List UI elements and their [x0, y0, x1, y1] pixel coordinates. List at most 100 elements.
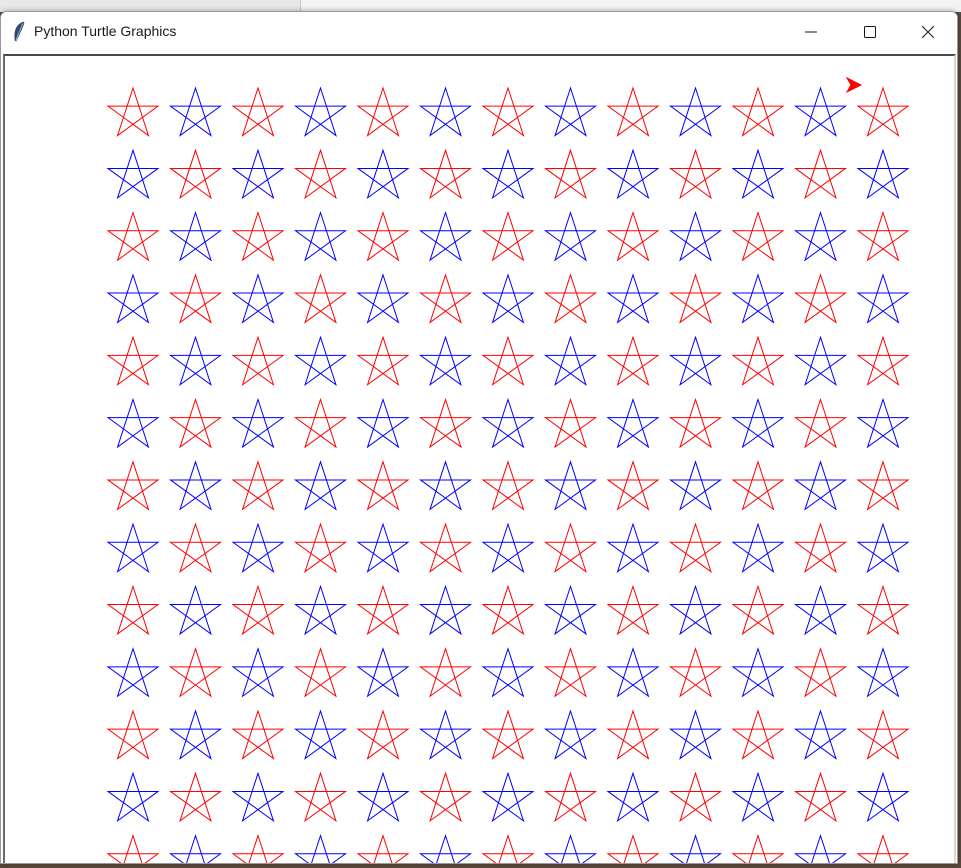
star-r4-c3 — [231, 273, 285, 324]
star-r2-c10 — [668, 148, 723, 200]
star-r4-c2 — [168, 273, 223, 324]
star-r9-c3 — [231, 584, 285, 636]
star-r8-c13 — [856, 522, 910, 573]
star-r10-c10 — [668, 647, 723, 698]
star-r9-c13 — [856, 584, 910, 636]
star-r10-c8 — [543, 647, 598, 698]
star-r10-c4 — [293, 647, 348, 698]
star-r2-c1 — [106, 148, 160, 200]
star-r10-c5 — [356, 647, 410, 698]
star-r5-c13 — [856, 335, 910, 387]
star-r12-c2 — [168, 771, 223, 823]
star-r8-c11 — [731, 522, 785, 573]
star-r12-c10 — [668, 771, 723, 823]
star-r6-c3 — [231, 397, 285, 449]
star-r13-c1 — [106, 833, 160, 863]
star-r2-c8 — [543, 148, 598, 200]
star-r6-c1 — [106, 397, 160, 449]
star-r7-c13 — [856, 460, 910, 511]
star-r13-c3 — [231, 833, 285, 863]
minimize-button[interactable] — [782, 12, 840, 52]
star-r3-c11 — [731, 210, 785, 262]
star-r8-c6 — [418, 522, 473, 573]
star-r13-c5 — [356, 833, 410, 863]
star-r11-c13 — [856, 709, 910, 760]
title-bar[interactable]: Python Turtle Graphics — [1, 12, 957, 52]
star-r7-c5 — [356, 460, 410, 511]
star-r3-c5 — [356, 210, 410, 262]
star-r11-c7 — [481, 709, 535, 760]
star-r8-c4 — [293, 522, 348, 573]
star-r8-c3 — [231, 522, 285, 573]
star-r7-c11 — [731, 460, 785, 511]
star-r8-c1 — [106, 522, 160, 573]
star-grid — [106, 76, 910, 863]
star-r4-c7 — [481, 273, 535, 324]
star-r8-c2 — [168, 522, 223, 573]
star-r12-c6 — [418, 771, 473, 823]
star-r4-c4 — [293, 273, 348, 324]
star-r4-c12 — [793, 273, 848, 324]
star-r6-c2 — [168, 397, 223, 449]
star-r4-c5 — [356, 273, 410, 324]
star-r4-c1 — [106, 273, 160, 324]
star-r5-c5 — [356, 335, 410, 387]
star-r11-c5 — [356, 709, 410, 760]
maximize-button[interactable] — [841, 12, 899, 52]
turtle-window: Python Turtle Graphics — [0, 11, 958, 864]
star-r11-c10 — [668, 709, 723, 760]
star-r4-c6 — [418, 273, 473, 324]
star-r6-c8 — [543, 397, 598, 449]
star-r6-c11 — [731, 397, 785, 449]
star-r11-c3 — [231, 709, 285, 760]
star-r1-c11 — [731, 86, 785, 137]
star-r13-c11 — [731, 833, 785, 863]
star-r10-c7 — [481, 647, 535, 698]
close-button[interactable] — [899, 12, 957, 52]
star-r10-c12 — [793, 647, 848, 698]
star-r1-c9 — [606, 86, 660, 137]
star-r11-c12 — [793, 709, 848, 760]
star-r11-c11 — [731, 709, 785, 760]
star-r13-c10 — [668, 833, 723, 863]
star-r6-c12 — [793, 397, 848, 449]
star-r1-c13 — [856, 86, 910, 137]
star-r6-c13 — [856, 397, 910, 449]
star-r3-c8 — [543, 210, 598, 262]
star-r7-c8 — [543, 460, 598, 511]
turtle-canvas[interactable] — [3, 54, 956, 863]
star-r4-c10 — [668, 273, 723, 324]
star-r13-c9 — [606, 833, 660, 863]
star-r11-c1 — [106, 709, 160, 760]
star-r5-c8 — [543, 335, 598, 387]
star-r9-c7 — [481, 584, 535, 636]
star-r2-c13 — [856, 148, 910, 200]
star-r13-c13 — [856, 833, 910, 863]
star-r6-c7 — [481, 397, 535, 449]
star-r12-c8 — [543, 771, 598, 823]
star-r7-c10 — [668, 460, 723, 511]
star-r3-c6 — [418, 210, 473, 262]
star-r1-c5 — [356, 86, 410, 137]
star-r9-c2 — [168, 584, 223, 636]
window-title: Python Turtle Graphics — [34, 23, 177, 39]
star-r10-c6 — [418, 647, 473, 698]
star-r13-c12 — [793, 833, 848, 863]
star-r1-c10 — [668, 86, 723, 137]
star-r3-c13 — [856, 210, 910, 262]
star-r1-c4 — [293, 86, 348, 137]
star-r1-c6 — [418, 86, 473, 137]
star-r8-c9 — [606, 522, 660, 573]
star-r13-c4 — [293, 833, 348, 863]
star-r12-c7 — [481, 771, 535, 823]
star-r11-c4 — [293, 709, 348, 760]
star-r2-c11 — [731, 148, 785, 200]
star-r1-c1 — [106, 86, 160, 137]
star-r12-c4 — [293, 771, 348, 823]
minimize-icon — [805, 31, 817, 33]
star-r13-c8 — [543, 833, 598, 863]
star-r4-c13 — [856, 273, 910, 324]
star-r13-c2 — [168, 833, 223, 863]
star-r10-c11 — [731, 647, 785, 698]
star-r3-c3 — [231, 210, 285, 262]
